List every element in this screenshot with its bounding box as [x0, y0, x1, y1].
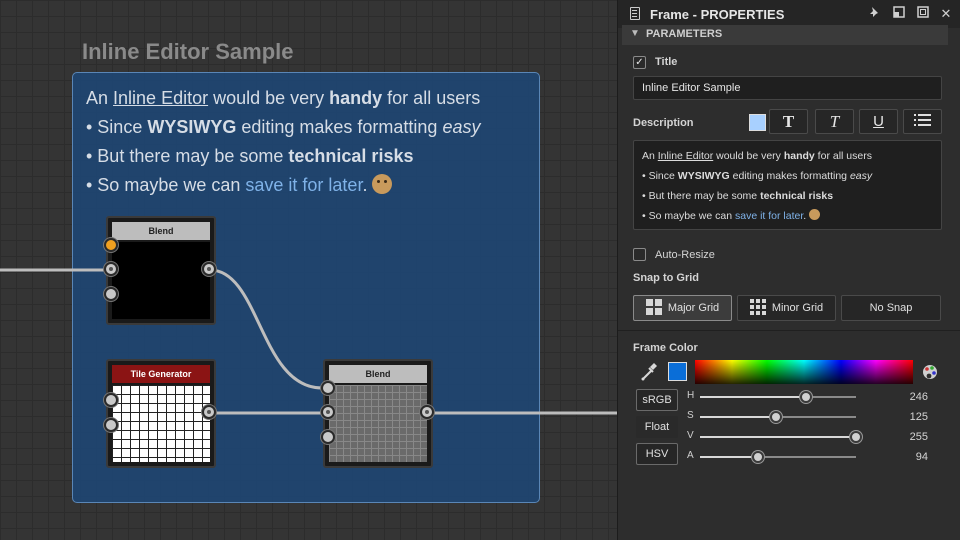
divider	[618, 330, 960, 331]
dock-icon[interactable]	[891, 6, 907, 22]
description-label: Description	[633, 117, 694, 129]
saturation-slider-thumb[interactable]	[770, 411, 783, 423]
hue-slider-thumb[interactable]	[800, 391, 813, 403]
node-thumbnail	[112, 242, 210, 319]
document-icon	[630, 7, 640, 20]
hsv-mode-button[interactable]: HSV	[636, 443, 678, 465]
maximize-icon[interactable]	[915, 6, 931, 22]
input-port[interactable]	[104, 238, 118, 252]
major-grid-label: Major Grid	[667, 302, 720, 314]
value-slider[interactable]	[700, 431, 862, 443]
no-snap-button[interactable]: No Snap	[841, 295, 941, 321]
title-label: Title	[655, 56, 678, 68]
output-port[interactable]	[202, 262, 216, 276]
saturation-value[interactable]: 125	[878, 411, 928, 423]
close-icon[interactable]: ✕	[938, 6, 954, 22]
frame-color-preview[interactable]	[668, 362, 687, 381]
blend-node-bottom[interactable]: Blend	[323, 359, 433, 468]
description-line-2: • Since WYSIWYG editing makes formatting…	[642, 170, 873, 182]
value-label: V	[687, 430, 694, 441]
description-line-1: An Inline Editor would be very handy for…	[642, 150, 872, 162]
wire-blend-to-blend	[209, 268, 323, 390]
connection-wires	[0, 268, 617, 415]
tile-generator-node[interactable]: Tile Generator	[106, 359, 216, 468]
hue-label: H	[687, 390, 695, 401]
input-port[interactable]	[104, 418, 118, 432]
title-checkbox[interactable]: ✓	[633, 56, 646, 69]
input-port[interactable]	[321, 405, 335, 419]
alpha-slider[interactable]	[700, 451, 856, 463]
node-thumbnail	[329, 385, 427, 462]
properties-panel: Frame - PROPERTIES ✕ ▼ PARAMETERS ✓ Titl…	[617, 0, 960, 540]
output-port[interactable]	[202, 405, 216, 419]
node-graph-canvas[interactable]: Inline Editor Sample An Inline Editor wo…	[0, 0, 617, 540]
srgb-mode-button[interactable]: sRGB	[636, 389, 678, 411]
blend-node-top[interactable]: Blend	[106, 216, 216, 325]
snap-to-grid-label: Snap to Grid	[633, 272, 699, 284]
saturation-label: S	[687, 410, 694, 421]
chevron-down-icon: ▼	[630, 28, 640, 39]
hue-slider[interactable]	[700, 391, 856, 403]
input-port[interactable]	[104, 287, 118, 301]
bullet-list-icon	[913, 114, 931, 126]
input-port[interactable]	[104, 262, 118, 276]
eyedropper-icon[interactable]	[640, 362, 658, 382]
underline-button[interactable]: U	[859, 109, 898, 134]
node-title: Tile Generator	[112, 365, 210, 383]
pin-icon[interactable]	[866, 6, 882, 22]
saturation-slider[interactable]	[700, 411, 856, 423]
float-mode-button[interactable]: Float	[636, 416, 678, 438]
auto-resize-checkbox[interactable]	[633, 248, 646, 261]
alpha-slider-thumb[interactable]	[751, 451, 764, 463]
major-grid-button[interactable]: Major Grid	[633, 295, 732, 321]
input-port[interactable]	[321, 381, 335, 395]
alpha-label: A	[687, 450, 694, 461]
output-port[interactable]	[420, 405, 434, 419]
panel-title: Frame - PROPERTIES	[650, 7, 785, 22]
minor-grid-label: Minor Grid	[771, 302, 824, 314]
node-thumbnail	[112, 385, 210, 462]
panel-titlebar: Frame - PROPERTIES ✕	[618, 0, 960, 28]
description-line-4: • So maybe we can save it for later.	[642, 206, 933, 226]
major-grid-icon	[645, 299, 662, 315]
auto-resize-label: Auto-Resize	[655, 249, 715, 261]
hue-value[interactable]: 246	[878, 391, 928, 403]
input-port[interactable]	[321, 430, 335, 444]
title-input[interactable]: Inline Editor Sample	[633, 76, 942, 100]
bold-button[interactable]: T	[769, 109, 808, 134]
section-label: PARAMETERS	[646, 28, 723, 40]
color-spectrum[interactable]	[695, 360, 913, 384]
value-slider-thumb[interactable]	[850, 431, 862, 443]
minor-grid-button[interactable]: Minor Grid	[737, 295, 836, 321]
minor-grid-icon	[749, 299, 766, 315]
description-editor[interactable]: An Inline Editor would be very handy for…	[633, 140, 942, 230]
value-value[interactable]: 255	[878, 431, 928, 443]
text-color-swatch[interactable]	[749, 114, 766, 131]
frame-color-label: Frame Color	[633, 342, 698, 354]
palette-icon[interactable]	[921, 363, 939, 381]
input-port[interactable]	[104, 393, 118, 407]
node-title: Blend	[112, 222, 210, 240]
thinking-emoji-icon	[809, 209, 821, 220]
parameters-section-header[interactable]: ▼ PARAMETERS	[622, 25, 948, 45]
description-line-3: • But there may be some technical risks	[642, 190, 834, 202]
alpha-value[interactable]: 94	[878, 451, 928, 463]
no-snap-label: No Snap	[869, 302, 913, 314]
node-title: Blend	[329, 365, 427, 383]
italic-button[interactable]: T	[815, 109, 854, 134]
bullet-list-button[interactable]	[903, 109, 942, 134]
